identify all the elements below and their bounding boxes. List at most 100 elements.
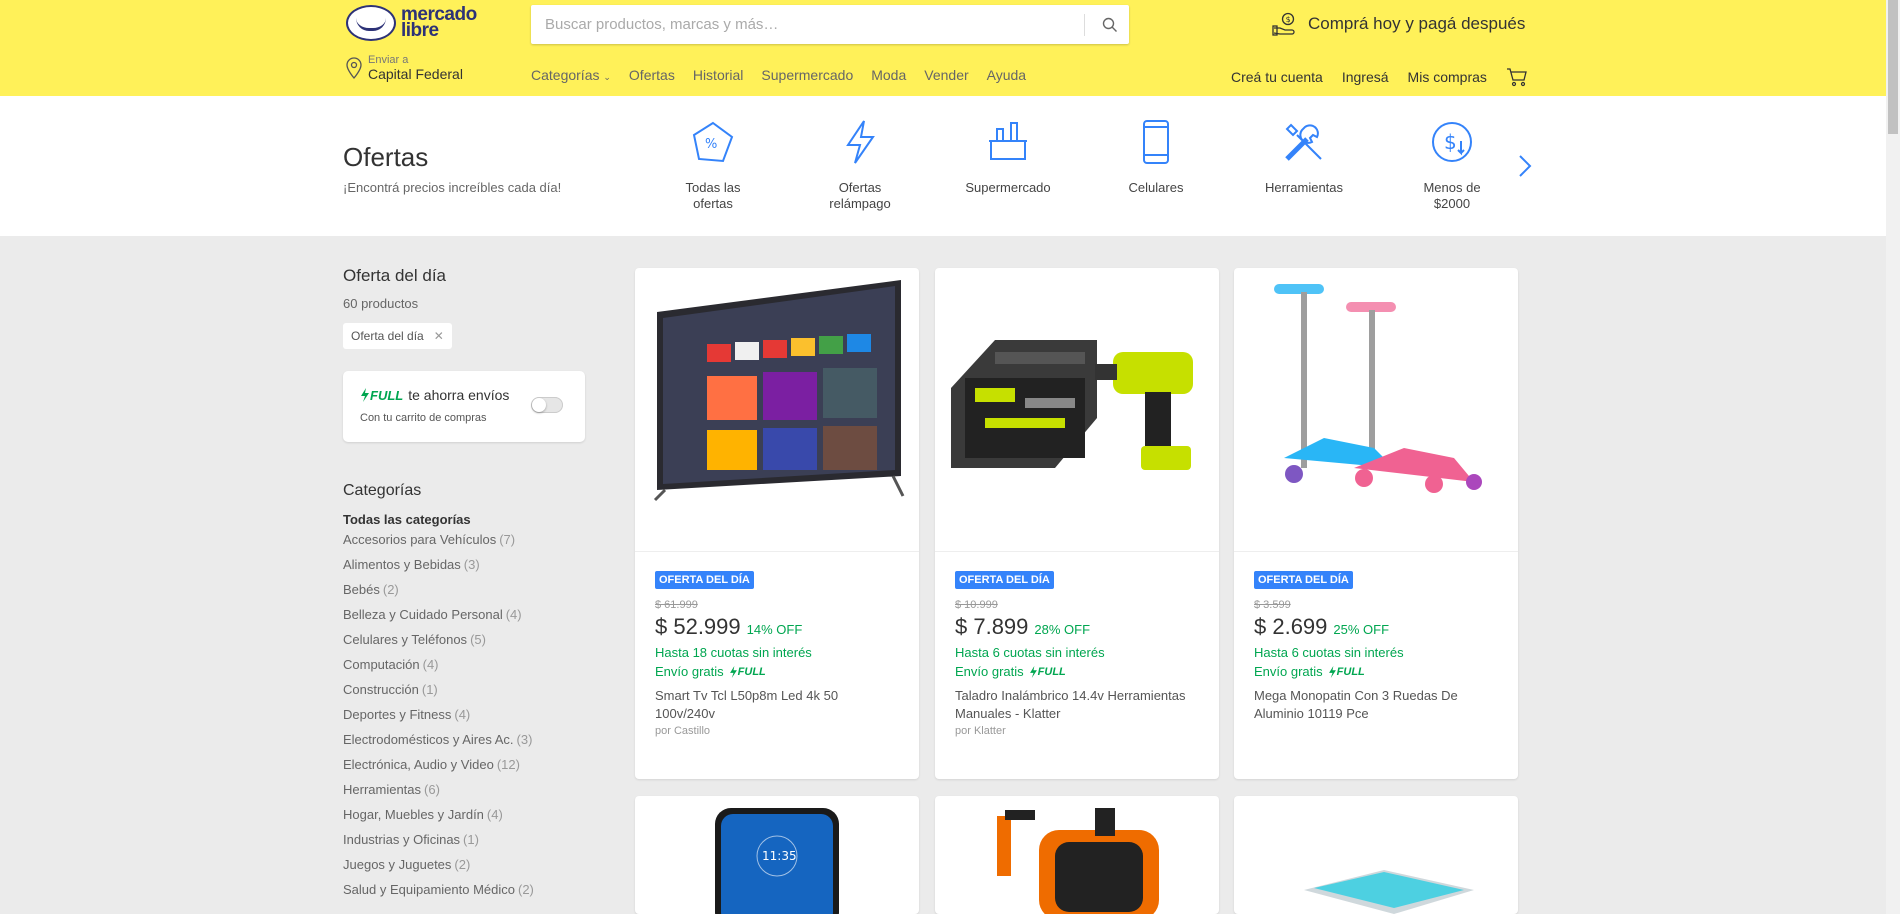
category-item[interactable]: Electrónica, Audio y Video (12) (343, 752, 603, 777)
product-card[interactable]: OFERTA DEL DÍA $ 10.999 $ 7.899 28% OFF … (935, 268, 1219, 779)
nav-moda[interactable]: Moda (871, 67, 906, 83)
seller: por Klatter (955, 725, 1006, 737)
my-purchases-link[interactable]: Mis compras (1408, 69, 1487, 85)
full-badge: FULL (1328, 665, 1365, 678)
category-item[interactable]: Bebés (2) (343, 577, 603, 602)
discount: 25% OFF (1333, 622, 1390, 637)
offer-category-supermercado[interactable]: Supermercado (948, 118, 1068, 196)
offer-category-label: Ofertas relámpago (829, 180, 891, 211)
nav-ofertas[interactable]: Ofertas (629, 67, 675, 83)
category-count: (4) (422, 657, 439, 672)
product-card[interactable] (1234, 796, 1518, 914)
deal-badge: OFERTA DEL DÍA (1254, 571, 1353, 589)
nav-historial[interactable]: Historial (693, 67, 744, 83)
product-card[interactable] (935, 796, 1219, 914)
product-image[interactable] (1234, 268, 1518, 552)
tools-icon (1285, 123, 1322, 161)
create-account-link[interactable]: Creá tu cuenta (1231, 69, 1323, 85)
nav-categorias[interactable]: Categorías ⌄ (531, 67, 611, 83)
nav-vender[interactable]: Vender (924, 67, 968, 83)
full-text: te ahorra envíos (408, 387, 510, 403)
category-name: Industrias y Oficinas (343, 832, 461, 847)
category-item[interactable]: Celulares y Teléfonos (5) (343, 627, 603, 652)
applied-filter-chip[interactable]: Oferta del día ✕ (343, 323, 452, 349)
carousel-next-button[interactable] (1518, 154, 1532, 183)
full-toggle[interactable] (531, 397, 563, 413)
category-item[interactable]: Juegos y Juguetes (2) (343, 852, 603, 877)
offer-category-relampago[interactable]: Ofertas relámpago (800, 118, 920, 212)
page-subtitle: ¡Encontrá precios increíbles cada día! (343, 180, 562, 195)
lightning-icon (846, 120, 875, 164)
shipping-location[interactable]: Enviar a Capital Federal (344, 54, 463, 82)
price: $ 2.699 (1254, 614, 1328, 639)
mercadolibre-logo[interactable]: mercado libre (346, 5, 477, 41)
chip-label: Oferta del día (351, 329, 424, 343)
category-count: (4) (505, 607, 522, 622)
category-name: Celulares y Teléfonos (343, 632, 468, 647)
promo-banner[interactable]: $ Comprá hoy y pagá después (1272, 12, 1525, 36)
laptop-image (1304, 870, 1474, 914)
category-item[interactable]: Hogar, Muebles y Jardín (4) (343, 802, 603, 827)
offer-category-label: Menos de $2000 (1423, 180, 1481, 211)
old-price: $ 3.599 (1254, 599, 1291, 611)
offer-category-label: Celulares (1128, 180, 1184, 195)
deal-badge: OFERTA DEL DÍA (655, 571, 754, 589)
remove-filter-icon[interactable]: ✕ (434, 329, 444, 343)
product-card[interactable]: OFERTA DEL DÍA $ 61.999 $ 52.999 14% OFF… (635, 268, 919, 779)
offer-category-celulares[interactable]: Celulares (1096, 118, 1216, 196)
category-count: (7) (499, 532, 516, 547)
page-title: Ofertas (343, 142, 429, 172)
category-item[interactable]: Belleza y Cuidado Personal (4) (343, 602, 603, 627)
category-item[interactable]: Salud y Equipamiento Médico (2) (343, 877, 603, 902)
category-count: (2) (454, 857, 471, 872)
product-image[interactable] (935, 268, 1219, 552)
category-item[interactable]: Industrias y Oficinas (1) (343, 827, 603, 852)
login-link[interactable]: Ingresá (1342, 69, 1389, 85)
page-scrollbar[interactable] (1886, 0, 1900, 914)
search-icon (1102, 17, 1117, 32)
category-count: (3) (516, 732, 533, 747)
tv-image (653, 280, 905, 502)
search-input[interactable] (545, 5, 1075, 44)
logo-text-line2: libre (401, 20, 439, 41)
category-item[interactable]: Deportes y Fitness (4) (343, 702, 603, 727)
lightning-icon (729, 665, 737, 678)
promo-text: Comprá hoy y pagá después (1308, 14, 1526, 33)
category-item[interactable]: Electrodomésticos y Aires Ac. (3) (343, 727, 603, 752)
category-count: (12) (496, 757, 520, 772)
category-count: (1) (463, 832, 479, 847)
category-item[interactable]: Computación (4) (343, 652, 603, 677)
category-item[interactable]: Construcción (1) (343, 677, 603, 702)
old-price: $ 61.999 (655, 599, 698, 611)
product-title[interactable]: Taladro Inalámbrico 14.4v Herramientas M… (955, 687, 1199, 723)
cart-icon[interactable] (1506, 67, 1528, 87)
offer-category-todas[interactable]: % Todas las ofertas (653, 118, 773, 212)
offer-category-menos-2000[interactable]: $ Menos de $2000 (1392, 118, 1512, 212)
search-divider (1084, 14, 1085, 36)
product-card[interactable]: OFERTA DEL DÍA $ 3.599 $ 2.699 25% OFF H… (1234, 268, 1518, 779)
nav-supermercado[interactable]: Supermercado (761, 67, 853, 83)
full-badge: FULL (1029, 665, 1066, 678)
scrollbar-thumb[interactable] (1888, 0, 1898, 134)
free-shipping: Envío gratis FULL (655, 664, 766, 679)
price: $ 52.999 (655, 614, 741, 639)
product-title[interactable]: Smart Tv Tcl L50p8m Led 4k 50 100v/240v (655, 687, 899, 723)
product-card[interactable]: 11:35 (635, 796, 919, 914)
category-item[interactable]: Alimentos y Bebidas (3) (343, 552, 603, 577)
results-count: 60 productos (343, 296, 419, 311)
nav-ayuda[interactable]: Ayuda (987, 67, 1026, 83)
offer-category-herramientas[interactable]: Herramientas (1244, 118, 1364, 196)
price: $ 7.899 (955, 614, 1029, 639)
categories-heading: Categorías (343, 482, 422, 499)
product-title[interactable]: Mega Monopatin Con 3 Ruedas De Aluminio … (1254, 687, 1498, 723)
search-button[interactable] (1091, 5, 1129, 44)
lightning-icon (361, 388, 369, 402)
free-shipping: Envío gratis FULL (955, 664, 1066, 679)
product-image[interactable] (635, 268, 919, 552)
category-item[interactable]: Accesorios para Vehículos (7) (343, 527, 603, 552)
category-name: Alimentos y Bebidas (343, 557, 461, 572)
location-value: Capital Federal (368, 66, 463, 82)
category-item[interactable]: Herramientas (6) (343, 777, 603, 802)
category-count: (5) (470, 632, 486, 647)
all-categories-link[interactable]: Todas las categorías (343, 512, 603, 527)
